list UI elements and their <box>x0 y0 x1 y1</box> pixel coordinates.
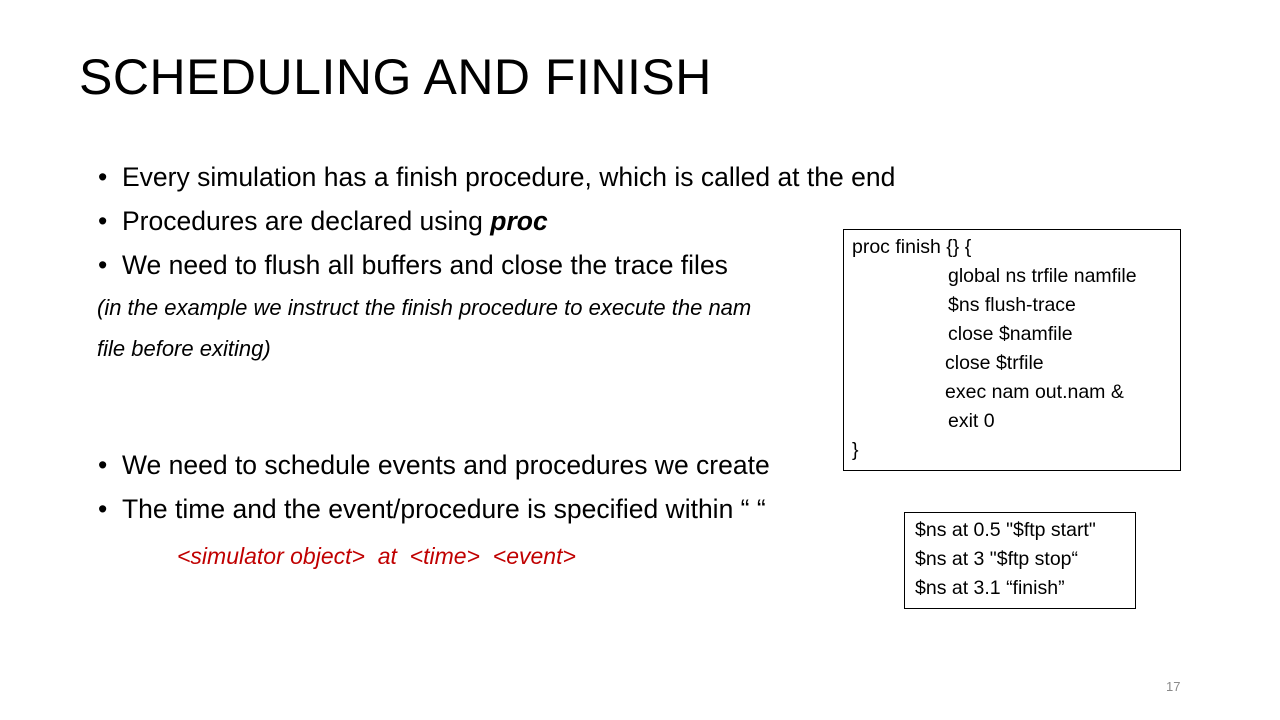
bullet-text: Every simulation has a finish procedure,… <box>122 162 896 192</box>
syntax-example: <simulator object> at <time> <event> <box>177 543 576 569</box>
code-line: proc finish {} { <box>852 236 972 258</box>
code-line: global ns trfile namfile <box>948 265 1137 287</box>
code-line: $ns at 3 "$ftp stop“ <box>915 548 1079 570</box>
bullet-item: • We need to flush all buffers and close … <box>98 250 728 281</box>
note-line: (in the example we instruct the finish p… <box>97 295 752 320</box>
code-line: $ns at 0.5 "$ftp start" <box>915 519 1096 541</box>
schedule-code-box: $ns at 0.5 "$ftp start" $ns at 3 "$ftp s… <box>904 512 1136 609</box>
bullet-marker: • <box>98 250 108 280</box>
note-line: file before exiting) <box>97 336 271 361</box>
bullet-item: • Every simulation has a finish procedure… <box>98 162 895 193</box>
code-line: close $namfile <box>948 323 1073 345</box>
code-line: exec nam out.nam & <box>945 381 1124 403</box>
page-number: 17 <box>1166 679 1181 694</box>
bullet-marker: • <box>98 494 108 524</box>
slide: SCHEDULING AND FINISH • Every simulation … <box>0 0 1280 720</box>
bullet-marker: • <box>98 162 108 192</box>
bullet-text: Procedures are declared using <box>122 206 491 236</box>
code-line: close $trfile <box>945 352 1044 374</box>
bullet-text: We need to schedule events and procedure… <box>122 450 770 480</box>
bullet-marker: • <box>98 450 108 480</box>
finish-procedure-code-box: proc finish {} { global ns trfile namfil… <box>843 229 1181 471</box>
bullet-marker: • <box>98 206 108 236</box>
bullet-item: • We need to schedule events and procedur… <box>98 450 770 481</box>
bullet-item: • The time and the event/procedure is spe… <box>98 494 766 525</box>
code-line: $ns flush-trace <box>948 294 1076 316</box>
code-line: } <box>852 439 859 461</box>
code-line: $ns at 3.1 “finish” <box>915 577 1065 599</box>
slide-title: SCHEDULING AND FINISH <box>79 49 712 105</box>
bullet-text: We need to flush all buffers and close t… <box>122 250 728 280</box>
bullet-text: The time and the event/procedure is spec… <box>122 494 766 524</box>
bullet-item: • Procedures are declared using proc <box>98 206 548 237</box>
bullet-emphasis-keyword: proc <box>490 206 548 236</box>
code-line: exit 0 <box>948 410 995 432</box>
